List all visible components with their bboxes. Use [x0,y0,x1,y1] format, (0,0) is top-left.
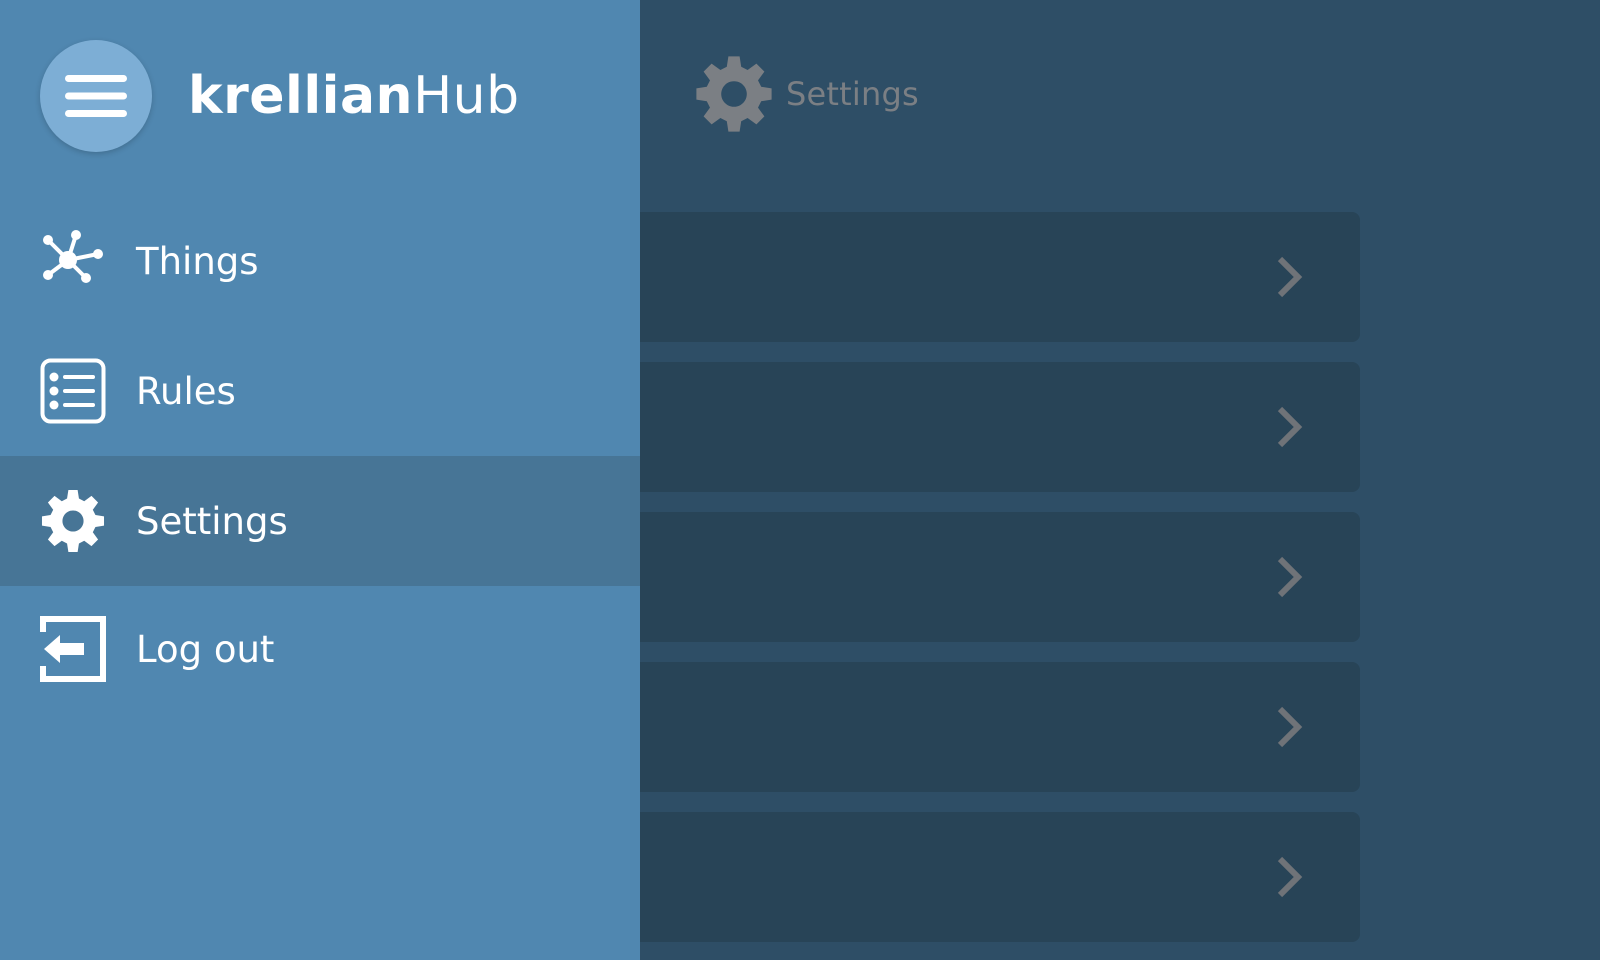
logout-icon [40,616,106,682]
chevron-right-icon [1277,856,1303,898]
chevron-right-icon [1277,256,1303,298]
settings-row[interactable] [560,212,1360,342]
settings-row[interactable] [560,512,1360,642]
settings-list [560,212,1360,960]
settings-row[interactable] [560,662,1360,792]
page-title: Settings [786,75,919,113]
menu-item-label: Rules [136,369,236,413]
chevron-right-icon [1277,406,1303,448]
menu-item-label: Things [136,239,259,283]
brand-name-light: Hub [413,66,520,126]
chevron-right-icon [1277,706,1303,748]
settings-row[interactable] [560,812,1360,942]
gear-icon [696,56,772,132]
gear-icon [40,488,106,554]
hamburger-icon [65,75,127,117]
menu-toggle-button[interactable] [40,40,152,152]
side-menu: krellianHub Things Rules Settings Log ou… [0,0,640,960]
menu-header: krellianHub [40,40,520,152]
menu-item-things[interactable]: Things [0,196,640,326]
menu-item-label: Settings [136,499,288,543]
menu-item-logout[interactable]: Log out [0,586,640,712]
brand-name-bold: krellian [188,66,414,126]
settings-row[interactable] [560,362,1360,492]
things-network-icon [40,228,106,294]
menu-items: Things Rules Settings Log out [0,196,640,712]
rules-list-icon [40,358,106,424]
page-header: Settings [694,52,919,136]
menu-item-rules[interactable]: Rules [0,326,640,456]
chevron-right-icon [1277,556,1303,598]
menu-item-settings[interactable]: Settings [0,456,640,586]
brand-logo: krellianHub [188,66,520,126]
menu-item-label: Log out [136,627,275,671]
